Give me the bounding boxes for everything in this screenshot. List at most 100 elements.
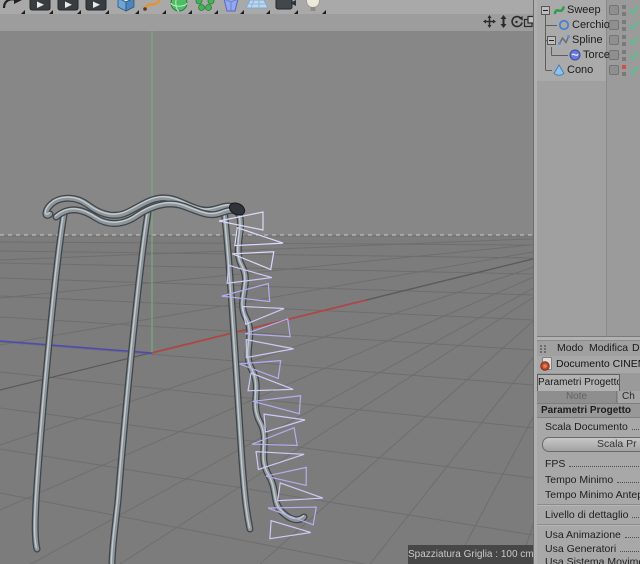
menu-modifica[interactable]: Modifica (589, 342, 628, 354)
attribute-manager-menubar: Modo Modifica D (537, 341, 640, 356)
grip-icon[interactable] (539, 344, 548, 353)
object-manager: Sweep Cerchio Spline Torcere Cono (537, 0, 640, 336)
object-row-cono[interactable]: Cono (537, 63, 640, 78)
viewport-canvas[interactable] (0, 31, 533, 564)
attribute-row-usa-sistema-moviment: Usa Sistema Moviment (537, 556, 640, 564)
dotted-leader (631, 429, 639, 430)
attribute-tab-row-1: Parametri Progetto (537, 373, 640, 391)
object-row-spline[interactable]: Spline (537, 33, 640, 48)
attribute-row-usa-generatori: Usa Generatori (537, 543, 640, 556)
sweep-icon (553, 4, 565, 16)
attribute-label: Scala Documento (545, 421, 628, 433)
attribute-label: Usa Generatori (545, 543, 617, 555)
dotted-leader (632, 517, 639, 518)
menu-modo[interactable]: Modo (557, 342, 583, 354)
dotted-leader (620, 551, 639, 552)
object-label[interactable]: Cono (567, 64, 593, 76)
enabled-check-icon[interactable] (629, 35, 639, 45)
attribute-rows: Scala Documento Scala Pr FPS Tempo Minimo Te… (537, 418, 640, 564)
viewport-titlebar[interactable] (0, 14, 536, 32)
viewport-3d[interactable]: Spazziatura Griglia : 100 cm (0, 31, 534, 564)
add-cube-icon[interactable] (114, 0, 140, 14)
camera-icon[interactable] (273, 0, 299, 14)
object-label[interactable]: Spline (572, 34, 603, 46)
expander-minus-icon[interactable] (547, 36, 556, 45)
enabled-check-icon[interactable] (629, 20, 639, 30)
attribute-label: Usa Animazione (545, 529, 621, 541)
attribute-row-tempo-minimo-antepri: Tempo Minimo Antepri (537, 489, 640, 502)
tab-note[interactable]: Note (537, 391, 617, 403)
light-icon[interactable] (301, 0, 327, 14)
object-label[interactable]: Cerchio (572, 19, 610, 31)
floor-icon[interactable] (245, 0, 271, 14)
attribute-label: Tempo Minimo Antepri (545, 489, 640, 501)
expander-minus-icon[interactable] (541, 6, 550, 15)
enabled-check-icon[interactable] (629, 5, 639, 15)
dotted-leader (569, 466, 639, 467)
render-view-icon[interactable] (28, 0, 54, 14)
dotted-leader (624, 537, 639, 538)
render-settings-icon[interactable] (84, 0, 110, 14)
grid-spacing-label: Spazziatura Griglia : 100 cm (408, 549, 534, 560)
attribute-tab-row-2: Note Ch (537, 391, 640, 404)
editor-dot-toggle[interactable] (622, 20, 626, 24)
render-dot-toggle[interactable] (622, 12, 626, 16)
render-dot-toggle[interactable] (622, 57, 626, 61)
grid-spacing-status: Spazziatura Griglia : 100 cm (408, 545, 534, 564)
layer-square[interactable] (609, 5, 619, 15)
document-title: Documento CINEMA 4 (556, 358, 640, 370)
circle-spline-icon (558, 19, 570, 31)
editor-dot-toggle[interactable] (622, 65, 626, 69)
render-picture-viewer-icon[interactable] (56, 0, 82, 14)
cone-icon (553, 64, 565, 76)
attribute-document-row: Documento CINEMA 4 (537, 356, 640, 373)
layer-square[interactable] (609, 65, 619, 75)
hypernurbs-icon[interactable] (167, 0, 193, 14)
array-icon[interactable] (193, 0, 219, 14)
spline-icon (558, 34, 570, 46)
zoom-view-icon[interactable] (497, 15, 510, 28)
redo-arrow-icon[interactable] (0, 0, 26, 14)
pan-view-icon[interactable] (483, 15, 496, 28)
layer-square[interactable] (609, 50, 619, 60)
rotate-view-icon[interactable] (510, 15, 523, 28)
object-row-torcere[interactable]: Torcere (537, 48, 640, 63)
attribute-label: Tempo Minimo (545, 474, 614, 486)
attribute-separator (537, 504, 640, 506)
editor-dot-toggle[interactable] (622, 35, 626, 39)
twist-deformer-icon (569, 49, 581, 61)
attribute-separator (537, 524, 640, 526)
right-panel: Sweep Cerchio Spline Torcere Cono Modo Modifi… (537, 0, 640, 564)
scala-progetto-button[interactable]: Scala Pr (542, 437, 640, 452)
attribute-row-scala-documento: Scala Documento (537, 421, 640, 434)
object-row-sweep[interactable]: Sweep (537, 3, 640, 18)
enabled-check-icon[interactable] (629, 50, 639, 60)
render-dot-toggle[interactable] (622, 72, 626, 76)
tab-ch[interactable]: Ch (618, 391, 640, 403)
object-row-cerchio[interactable]: Cerchio (537, 18, 640, 33)
attribute-row-fps: FPS (537, 458, 640, 471)
tab-parametri-progetto[interactable]: Parametri Progetto (537, 374, 620, 391)
attribute-label: FPS (545, 458, 566, 470)
editor-dot-toggle[interactable] (622, 50, 626, 54)
section-header: Parametri Progetto (537, 404, 640, 418)
menu-d[interactable]: D (632, 342, 640, 354)
c4d-document-icon (540, 357, 552, 371)
enabled-check-icon[interactable] (629, 65, 639, 75)
main-toolbar (0, 0, 533, 15)
layer-square[interactable] (609, 20, 619, 30)
layer-square[interactable] (609, 35, 619, 45)
dotted-leader (617, 482, 639, 483)
crystal-icon[interactable] (219, 0, 245, 14)
draw-spline-icon[interactable] (141, 0, 167, 14)
render-dot-toggle[interactable] (622, 27, 626, 31)
editor-dot-toggle[interactable] (622, 5, 626, 9)
attribute-row-tempo-minimo: Tempo Minimo (537, 474, 640, 487)
render-dot-toggle[interactable] (622, 42, 626, 46)
attribute-row-livello-di-dettaglio: Livello di dettaglio (537, 509, 640, 522)
attribute-row-usa-animazione: Usa Animazione (537, 529, 640, 542)
attribute-label: Livello di dettaglio (545, 509, 629, 521)
cinema4d-window: Spazziatura Griglia : 100 cm Sweep Cerchi… (0, 0, 640, 564)
attribute-label: Usa Sistema Moviment (545, 556, 640, 564)
object-label[interactable]: Sweep (567, 4, 601, 16)
